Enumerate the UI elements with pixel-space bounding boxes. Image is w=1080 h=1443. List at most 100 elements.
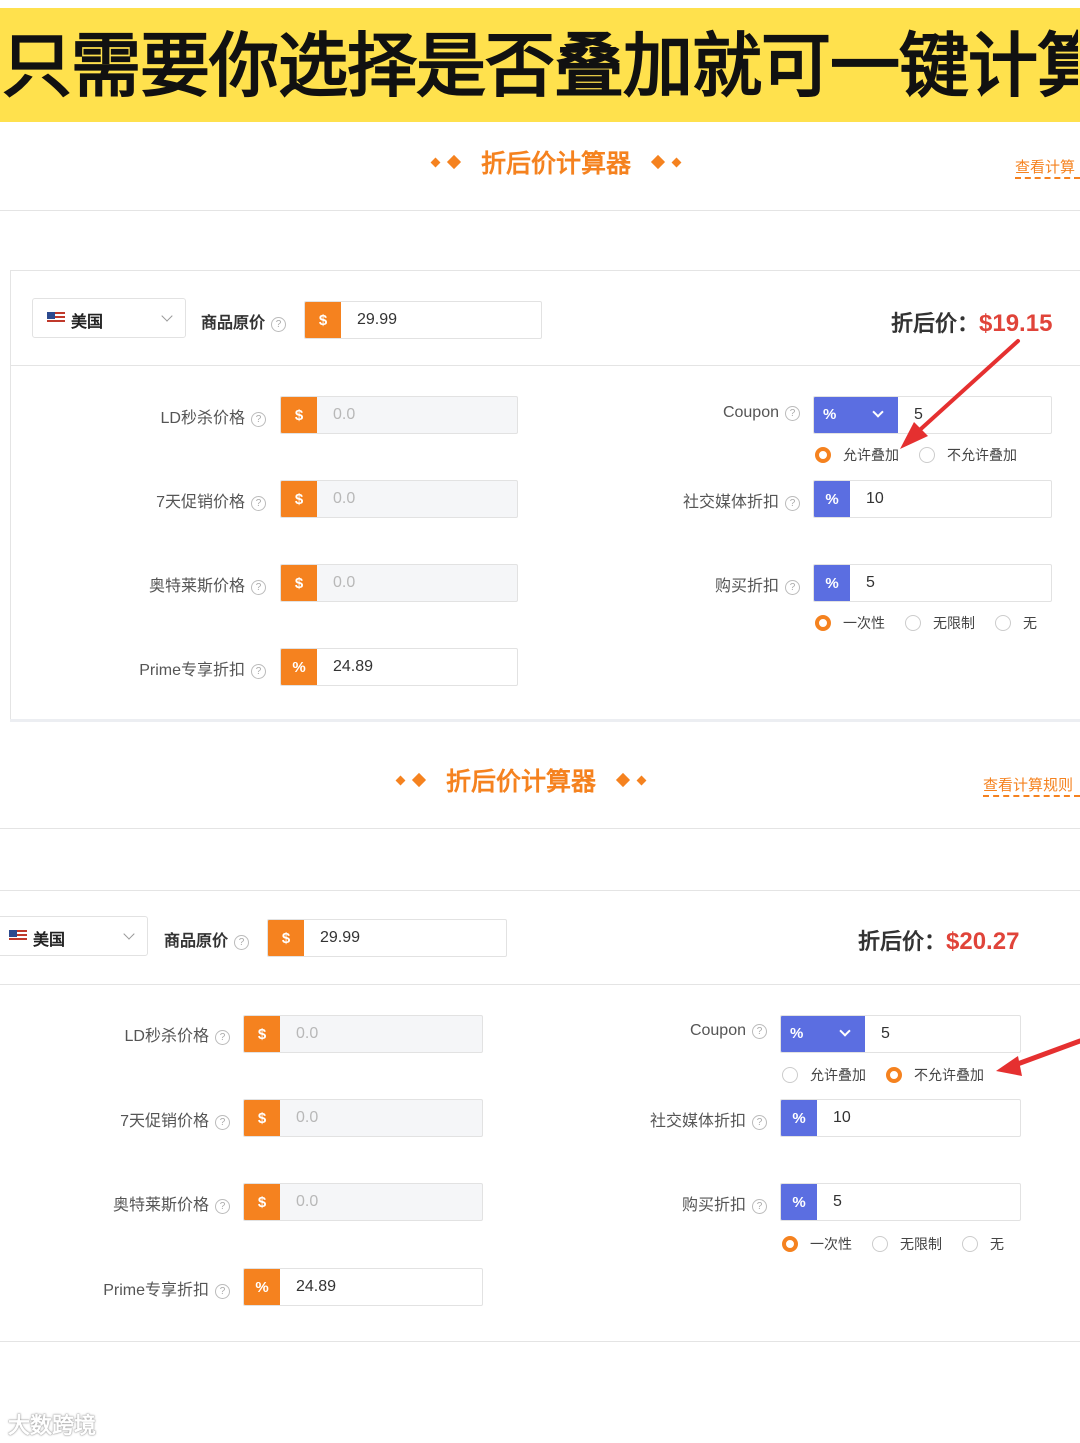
help-icon[interactable]: ? [785, 496, 800, 511]
prime-discount-value[interactable]: 24.89 [317, 649, 373, 685]
coupon-input[interactable]: % 5 [780, 1015, 1021, 1053]
coupon-input[interactable]: % 5 [813, 396, 1052, 434]
view-rules-link[interactable]: 查看计算规则 [983, 774, 1080, 797]
help-icon[interactable]: ? [215, 1030, 230, 1045]
once-label: 一次性 [810, 1236, 852, 1252]
seven-day-price-value[interactable]: 0.0 [317, 481, 355, 517]
country-label: 美国 [71, 314, 104, 331]
none-label: 无 [990, 1236, 1004, 1252]
coupon-unit-select[interactable]: % [814, 397, 898, 433]
coupon-unit-label: % [823, 406, 837, 423]
social-discount-input[interactable]: % 10 [780, 1099, 1021, 1137]
radio-disallow-stack[interactable]: 不允许叠加 [919, 445, 1017, 465]
radio-allow-stack[interactable]: 允许叠加 [782, 1065, 866, 1085]
outlet-price-input[interactable]: $ 0.0 [243, 1183, 483, 1221]
disallow-stack-label: 不允许叠加 [914, 1067, 984, 1083]
help-icon[interactable]: ? [785, 406, 800, 421]
calculator-title: 折后价计算器 [446, 767, 597, 796]
none-label: 无 [1023, 615, 1037, 631]
coupon-stack-options: 允许叠加 不允许叠加 [815, 445, 1037, 465]
purchase-label-text: 购买折扣 [681, 1197, 746, 1214]
coupon-unit-select[interactable]: % [781, 1016, 865, 1052]
help-icon[interactable]: ? [785, 580, 800, 595]
help-icon[interactable]: ? [271, 317, 287, 332]
ld-price-input[interactable]: $ 0.0 [243, 1015, 483, 1053]
radio-once[interactable]: 一次性 [815, 613, 885, 633]
radio-none[interactable]: 无 [995, 613, 1037, 633]
purchase-discount-input[interactable]: % 5 [780, 1183, 1021, 1221]
banner: 只需要你选择是否叠加就可一键计算 [0, 8, 1080, 122]
ld-price-input[interactable]: $ 0.0 [280, 396, 518, 434]
radio-icon [782, 1236, 798, 1252]
original-price-value[interactable]: 29.99 [304, 920, 360, 956]
coupon-stack-options: 允许叠加 不允许叠加 [782, 1065, 1004, 1085]
help-icon[interactable]: ? [251, 580, 266, 595]
dollar-icon: $ [244, 1100, 280, 1136]
outlet-price-input[interactable]: $ 0.0 [280, 564, 518, 602]
once-label: 一次性 [843, 615, 885, 631]
coupon-value[interactable]: 5 [898, 397, 923, 433]
purchase-frequency-options: 一次性 无限制 无 [782, 1234, 1024, 1254]
radio-icon [886, 1067, 902, 1083]
help-icon[interactable]: ? [752, 1024, 767, 1039]
help-icon[interactable]: ? [251, 664, 266, 679]
calculator-title: 折后价计算器 [481, 149, 632, 178]
original-price-value[interactable]: 29.99 [341, 302, 397, 338]
divider [10, 365, 1080, 366]
social-discount-input[interactable]: % 10 [813, 480, 1052, 518]
title-wrap: 折后价计算器 [395, 762, 647, 798]
help-icon[interactable]: ? [251, 412, 266, 427]
dollar-icon: $ [244, 1016, 280, 1052]
purchase-discount-value[interactable]: 5 [850, 565, 875, 601]
help-icon[interactable]: ? [215, 1115, 230, 1130]
country-select[interactable]: 美国 [0, 916, 148, 956]
coupon-value[interactable]: 5 [865, 1016, 890, 1052]
ld-price-value[interactable]: 0.0 [317, 397, 355, 433]
result-value: $20.27 [946, 928, 1020, 955]
help-icon[interactable]: ? [234, 935, 250, 950]
radio-icon [815, 615, 831, 631]
seven-day-price-value[interactable]: 0.0 [280, 1100, 318, 1136]
dollar-icon: $ [281, 481, 317, 517]
radio-disallow-stack[interactable]: 不允许叠加 [886, 1065, 984, 1085]
radio-allow-stack[interactable]: 允许叠加 [815, 445, 899, 465]
radio-unlimited[interactable]: 无限制 [872, 1234, 942, 1254]
radio-once[interactable]: 一次性 [782, 1234, 852, 1254]
watermark: 大数跨境 [8, 1413, 97, 1438]
allow-stack-label: 允许叠加 [843, 447, 899, 463]
dollar-icon: $ [281, 565, 317, 601]
radio-unlimited[interactable]: 无限制 [905, 613, 975, 633]
seven-day-label-text: 7天促销价格 [156, 494, 245, 511]
help-icon[interactable]: ? [752, 1199, 767, 1214]
social-label-text: 社交媒体折扣 [649, 1113, 746, 1130]
help-icon[interactable]: ? [215, 1199, 230, 1214]
prime-discount-input[interactable]: % 24.89 [280, 648, 518, 686]
result-value: $19.15 [979, 310, 1053, 337]
purchase-label-text: 购买折扣 [714, 578, 779, 595]
country-select[interactable]: 美国 [32, 298, 186, 338]
seven-day-price-input[interactable]: $ 0.0 [243, 1099, 483, 1137]
help-icon[interactable]: ? [251, 496, 266, 511]
radio-none[interactable]: 无 [962, 1234, 1004, 1254]
radio-icon [872, 1236, 888, 1252]
original-price-input[interactable]: $ 29.99 [304, 301, 542, 339]
purchase-discount-value[interactable]: 5 [817, 1184, 842, 1220]
prime-discount-value[interactable]: 24.89 [280, 1269, 336, 1305]
prime-discount-input[interactable]: % 24.89 [243, 1268, 483, 1306]
outlet-price-value[interactable]: 0.0 [317, 565, 355, 601]
unlimited-label: 无限制 [900, 1236, 942, 1252]
social-discount-value[interactable]: 10 [817, 1100, 851, 1136]
percent-icon: % [781, 1184, 817, 1220]
seven-day-price-input[interactable]: $ 0.0 [280, 480, 518, 518]
original-price-input[interactable]: $ 29.99 [267, 919, 507, 957]
purchase-discount-input[interactable]: % 5 [813, 564, 1052, 602]
social-discount-value[interactable]: 10 [850, 481, 884, 517]
help-icon[interactable]: ? [215, 1284, 230, 1299]
outlet-price-value[interactable]: 0.0 [280, 1184, 318, 1220]
coupon-label-text: Coupon [722, 404, 779, 421]
ld-price-value[interactable]: 0.0 [280, 1016, 318, 1052]
result-price: 折后价：$19.15 [891, 306, 1052, 338]
radio-icon [905, 615, 921, 631]
help-icon[interactable]: ? [752, 1115, 767, 1130]
view-rules-link[interactable]: 查看计算 [1015, 156, 1080, 179]
